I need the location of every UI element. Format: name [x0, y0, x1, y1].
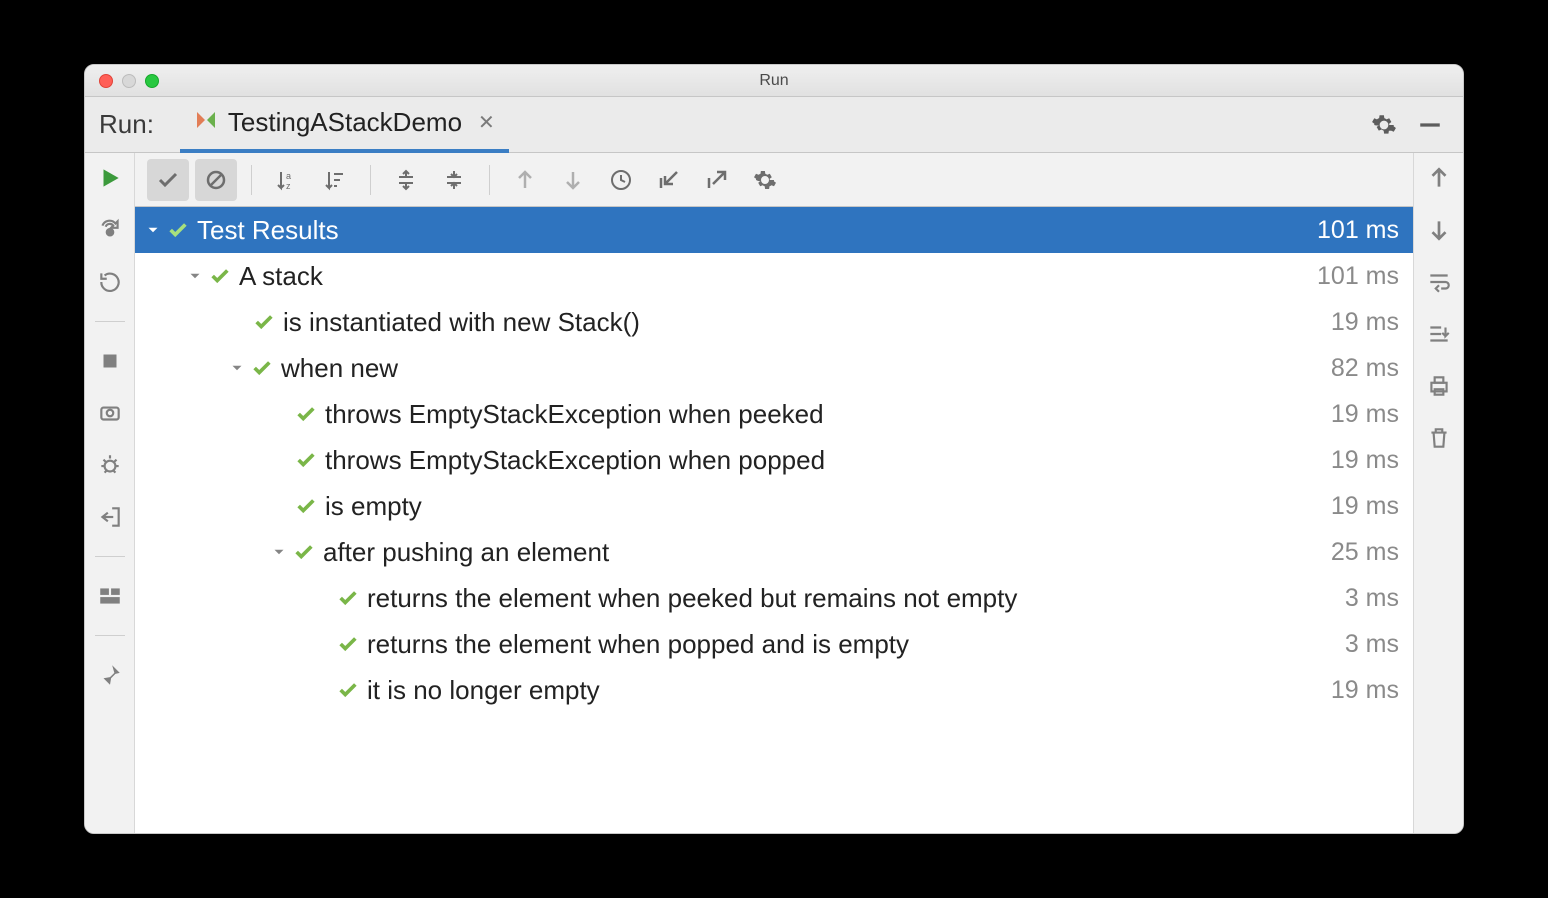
- run-config-tab[interactable]: TestingAStackDemo ✕: [180, 97, 509, 153]
- check-icon: [293, 495, 319, 517]
- left-gutter: [85, 153, 135, 833]
- collapse-all-button[interactable]: [433, 159, 475, 201]
- tree-row[interactable]: it is no longer empty 19 ms: [135, 667, 1413, 713]
- debug-button[interactable]: [95, 450, 125, 480]
- clear-all-button[interactable]: [1424, 423, 1454, 453]
- check-icon: [335, 679, 361, 701]
- test-label: returns the element when popped and is e…: [367, 629, 1335, 660]
- close-window-button[interactable]: [99, 74, 113, 88]
- test-tree[interactable]: Test Results 101 ms A stack 101 ms is in…: [135, 207, 1413, 833]
- import-tests-button[interactable]: [648, 159, 690, 201]
- run-tool-window: Run Run: TestingAStackDemo ✕: [84, 64, 1464, 834]
- test-label: when new: [281, 353, 1321, 384]
- test-label: is instantiated with new Stack(): [283, 307, 1321, 338]
- check-icon: [251, 311, 277, 333]
- test-label: after pushing an element: [323, 537, 1321, 568]
- rerun-failed-button[interactable]: [95, 267, 125, 297]
- test-time: 3 ms: [1345, 584, 1399, 613]
- test-time: 101 ms: [1317, 216, 1399, 245]
- close-tab-icon[interactable]: ✕: [478, 110, 495, 135]
- check-icon: [291, 541, 317, 563]
- test-toolbar: az: [135, 153, 1413, 207]
- hide-icon[interactable]: [1417, 112, 1443, 138]
- show-passed-button[interactable]: [147, 159, 189, 201]
- tree-row-root[interactable]: Test Results 101 ms: [135, 207, 1413, 253]
- prev-test-button[interactable]: [504, 159, 546, 201]
- chevron-down-icon[interactable]: [141, 221, 165, 239]
- check-icon: [335, 587, 361, 609]
- svg-text:z: z: [286, 181, 291, 191]
- tree-row[interactable]: throws EmptyStackException when peeked 1…: [135, 391, 1413, 437]
- expand-all-button[interactable]: [385, 159, 427, 201]
- test-time: 19 ms: [1331, 308, 1399, 337]
- test-history-button[interactable]: [600, 159, 642, 201]
- settings-icon[interactable]: [1371, 112, 1397, 138]
- pin-button[interactable]: [95, 660, 125, 690]
- tree-row[interactable]: is instantiated with new Stack() 19 ms: [135, 299, 1413, 345]
- tree-row[interactable]: after pushing an element 25 ms: [135, 529, 1413, 575]
- right-gutter: [1413, 153, 1463, 833]
- test-time: 25 ms: [1331, 538, 1399, 567]
- maximize-window-button[interactable]: [145, 74, 159, 88]
- window-controls: [99, 74, 159, 88]
- tree-row[interactable]: returns the element when popped and is e…: [135, 621, 1413, 667]
- test-label: it is no longer empty: [367, 675, 1321, 706]
- exit-button[interactable]: [95, 502, 125, 532]
- test-label: throws EmptyStackException when popped: [325, 445, 1321, 476]
- tree-row[interactable]: when new 82 ms: [135, 345, 1413, 391]
- dump-threads-button[interactable]: [95, 398, 125, 428]
- test-label: throws EmptyStackException when peeked: [325, 399, 1321, 430]
- test-label: Test Results: [197, 215, 1307, 246]
- scroll-up-button[interactable]: [1424, 163, 1454, 193]
- run-label: Run:: [99, 109, 154, 140]
- check-icon: [165, 219, 191, 241]
- test-time: 19 ms: [1331, 446, 1399, 475]
- check-icon: [249, 357, 275, 379]
- check-icon: [335, 633, 361, 655]
- tree-row[interactable]: returns the element when peeked but rema…: [135, 575, 1413, 621]
- sort-duration-button[interactable]: [314, 159, 356, 201]
- scroll-to-end-button[interactable]: [1424, 319, 1454, 349]
- rerun-button[interactable]: [95, 163, 125, 193]
- toggle-auto-test-button[interactable]: [95, 215, 125, 245]
- print-button[interactable]: [1424, 371, 1454, 401]
- window-title: Run: [85, 72, 1463, 90]
- test-time: 19 ms: [1331, 400, 1399, 429]
- chevron-down-icon[interactable]: [267, 543, 291, 561]
- soft-wrap-button[interactable]: [1424, 267, 1454, 297]
- test-label: is empty: [325, 491, 1321, 522]
- tree-row[interactable]: is empty 19 ms: [135, 483, 1413, 529]
- titlebar: Run: [85, 65, 1463, 97]
- next-test-button[interactable]: [552, 159, 594, 201]
- tree-row[interactable]: throws EmptyStackException when popped 1…: [135, 437, 1413, 483]
- tab-bar: Run: TestingAStackDemo ✕: [85, 97, 1463, 153]
- test-time: 82 ms: [1331, 354, 1399, 383]
- tree-row[interactable]: A stack 101 ms: [135, 253, 1413, 299]
- scroll-down-button[interactable]: [1424, 215, 1454, 245]
- show-ignored-button[interactable]: [195, 159, 237, 201]
- test-time: 101 ms: [1317, 262, 1399, 291]
- stop-button[interactable]: [95, 346, 125, 376]
- test-label: returns the element when peeked but rema…: [367, 583, 1335, 614]
- test-time: 3 ms: [1345, 630, 1399, 659]
- chevron-down-icon[interactable]: [225, 359, 249, 377]
- check-icon: [293, 403, 319, 425]
- run-config-tab-label: TestingAStackDemo: [228, 107, 462, 138]
- body: az Test Results 101 ms: [85, 153, 1463, 833]
- run-config-icon: [194, 108, 218, 137]
- check-icon: [207, 265, 233, 287]
- layout-button[interactable]: [95, 581, 125, 611]
- check-icon: [293, 449, 319, 471]
- test-time: 19 ms: [1331, 492, 1399, 521]
- svg-text:a: a: [286, 171, 291, 181]
- test-settings-button[interactable]: [744, 159, 786, 201]
- sort-alpha-button[interactable]: az: [266, 159, 308, 201]
- center-panel: az Test Results 101 ms: [135, 153, 1413, 833]
- chevron-down-icon[interactable]: [183, 267, 207, 285]
- export-tests-button[interactable]: [696, 159, 738, 201]
- test-time: 19 ms: [1331, 676, 1399, 705]
- minimize-window-button[interactable]: [122, 74, 136, 88]
- test-label: A stack: [239, 261, 1307, 292]
